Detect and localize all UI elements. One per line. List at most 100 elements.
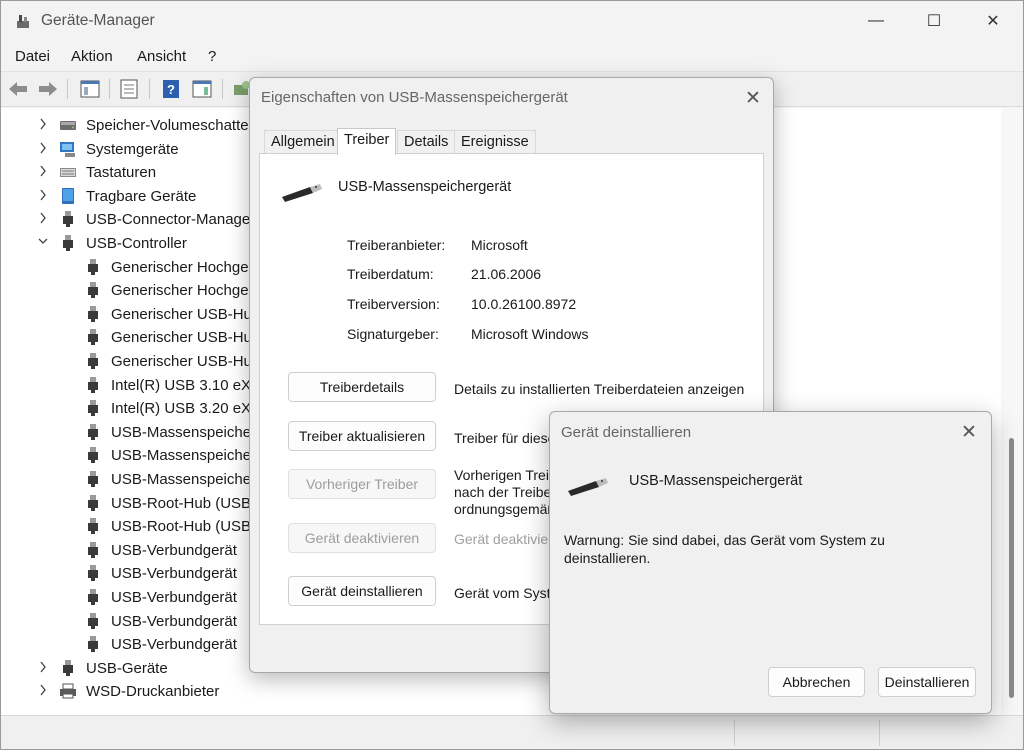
tree-device-item[interactable]: Generischer Hochges (1, 256, 261, 279)
usb-icon (84, 399, 102, 417)
tree-item-label: USB-Verbundgerät (111, 612, 237, 630)
chevron-right-icon[interactable] (37, 211, 49, 227)
show-action-pane-button[interactable] (191, 78, 213, 100)
menu-datei[interactable]: Datei (15, 48, 50, 65)
tree-device-item[interactable]: Intel(R) USB 3.10 eXte (1, 374, 261, 397)
tree-item-label: USB-Root-Hub (USB (111, 518, 252, 536)
tree-device-item[interactable]: USB-Massenspeicher (1, 468, 261, 491)
rollback-driver-button: Vorheriger Treiber (288, 469, 436, 499)
close-button[interactable]: ✕ (964, 1, 1022, 41)
chevron-right-icon[interactable] (37, 683, 49, 699)
tree-device-item[interactable]: USB-Verbundgerät (1, 633, 261, 656)
chevron-right-icon[interactable] (37, 660, 49, 676)
properties-close-button[interactable]: ✕ (738, 84, 768, 112)
driver-version-label: Treiberversion: (347, 296, 440, 312)
chevron-down-icon[interactable] (37, 235, 49, 251)
back-button[interactable] (7, 78, 29, 100)
cancel-button[interactable]: Abbrechen (768, 667, 865, 697)
tree-device-item[interactable]: Generischer USB-Hul (1, 303, 261, 326)
tree-category[interactable]: WSD-Druckanbieter (1, 680, 261, 703)
minimize-button[interactable]: — (847, 1, 905, 41)
tree-device-item[interactable]: USB-Massenspeicher (1, 444, 261, 467)
usb-icon (84, 517, 102, 535)
device-manager-app-icon (14, 12, 32, 30)
tree-device-item[interactable]: Generischer USB-Hul (1, 350, 261, 373)
properties-dialog-title: Eigenschaften von USB-Massenspeichergerä… (261, 89, 568, 106)
help-icon: ? (163, 80, 179, 98)
tab-details[interactable]: Details (397, 130, 456, 154)
tree-item-label: USB-Controller (86, 235, 187, 252)
chevron-right-icon[interactable] (37, 141, 49, 157)
tab-treiber[interactable]: Treiber (337, 128, 397, 155)
confirm-uninstall-button[interactable]: Deinstallieren (878, 667, 976, 697)
tree-item-label: USB-Verbundgerät (111, 541, 237, 559)
tree-item-label: Intel(R) USB 3.20 eXte (111, 400, 261, 418)
menu-ansicht[interactable]: Ansicht (137, 48, 186, 65)
usb-icon (84, 541, 102, 559)
tree-category[interactable]: Systemgeräte (1, 138, 261, 161)
tree-device-item[interactable]: Generischer Hochges (1, 279, 261, 302)
tree-device-item[interactable]: USB-Verbundgerät (1, 586, 261, 609)
forward-arrow-icon (39, 82, 57, 96)
usb-icon (84, 352, 102, 370)
tree-item-label: Tragbare Geräte (86, 187, 197, 205)
usb-drive-icon (280, 181, 322, 207)
properties-icon (120, 79, 138, 99)
vertical-scrollbar[interactable] (1001, 108, 1023, 715)
portable-device-icon (59, 187, 77, 205)
maximize-button[interactable]: ☐ (905, 1, 963, 41)
driver-details-description: Details zu installierten Treiberdateien … (454, 381, 745, 397)
tree-category[interactable]: Tastaturen (1, 161, 261, 184)
forward-button[interactable] (37, 78, 59, 100)
driver-date-label: Treiberdatum: (347, 266, 434, 282)
tree-device-item[interactable]: USB-Root-Hub (USB (1, 515, 261, 538)
properties-button[interactable] (118, 78, 140, 100)
tree-item-label: USB-Verbundgerät (111, 589, 237, 606)
tree-category[interactable]: USB-Controller (1, 232, 261, 255)
tree-device-item[interactable]: USB-Verbundgerät (1, 539, 261, 562)
signer-label: Signaturgeber: (347, 326, 439, 342)
tree-device-item[interactable]: USB-Massenspeicher (1, 421, 261, 444)
update-driver-button[interactable]: Treiber aktualisieren (288, 421, 436, 451)
tree-item-label: Tastaturen (86, 164, 157, 182)
tree-device-item[interactable]: Generischer USB-Hul (1, 326, 261, 349)
uninstall-warning-text: Warnung: Sie sind dabei, das Gerät vom S… (564, 532, 885, 566)
chevron-right-icon[interactable] (37, 117, 49, 133)
uninstall-device-button[interactable]: Gerät deinstallieren (288, 576, 436, 606)
tree-category[interactable]: USB-Geräte (1, 657, 261, 680)
keyboard-icon (59, 163, 77, 181)
usb-icon (84, 423, 102, 441)
uninstall-dialog: Gerät deinstallieren ✕ USB-Massenspeiche… (549, 411, 992, 714)
usb-icon (84, 612, 102, 630)
tree-item-label: USB-Geräte (86, 659, 168, 677)
tree-category[interactable]: Tragbare Geräte (1, 185, 261, 208)
driver-details-button[interactable]: Treiberdetails (288, 372, 436, 402)
usb-icon (59, 210, 77, 228)
close-icon: ✕ (986, 13, 1000, 30)
chevron-right-icon[interactable] (37, 188, 49, 204)
show-hide-console-tree-button[interactable] (79, 78, 101, 100)
tree-category[interactable]: USB-Connector-Manage (1, 208, 261, 231)
tree-device-item[interactable]: USB-Verbundgerät (1, 610, 261, 633)
tree-category[interactable]: Speicher-Volumeschatte (1, 114, 261, 137)
usb-icon (84, 588, 102, 606)
tree-item-label: Generischer USB-Hul (111, 305, 256, 323)
menu-help[interactable]: ? (208, 48, 216, 65)
uninstall-close-button[interactable]: ✕ (954, 418, 984, 446)
tree-item-label: USB-Massenspeicher (111, 447, 257, 465)
tree-item-label: Generischer Hochges (111, 282, 257, 300)
tree-device-item[interactable]: USB-Verbundgerät (1, 562, 261, 585)
tab-ereignisse[interactable]: Ereignisse (454, 130, 536, 154)
device-name: USB-Massenspeichergerät (338, 179, 512, 195)
tree-item-label: Generischer USB-Hul (111, 353, 256, 370)
usb-icon (84, 281, 102, 299)
maximize-icon: ☐ (926, 13, 942, 30)
scrollbar-thumb[interactable] (1009, 438, 1014, 698)
chevron-right-icon[interactable] (37, 164, 49, 180)
tab-allgemein[interactable]: Allgemein (264, 130, 342, 154)
help-button[interactable]: ? (160, 78, 182, 100)
menu-aktion[interactable]: Aktion (71, 48, 113, 65)
tree-device-item[interactable]: Intel(R) USB 3.20 eXte (1, 397, 261, 420)
tree-item-label: Generischer Hochges (111, 258, 257, 276)
tree-device-item[interactable]: USB-Root-Hub (USB (1, 492, 261, 515)
